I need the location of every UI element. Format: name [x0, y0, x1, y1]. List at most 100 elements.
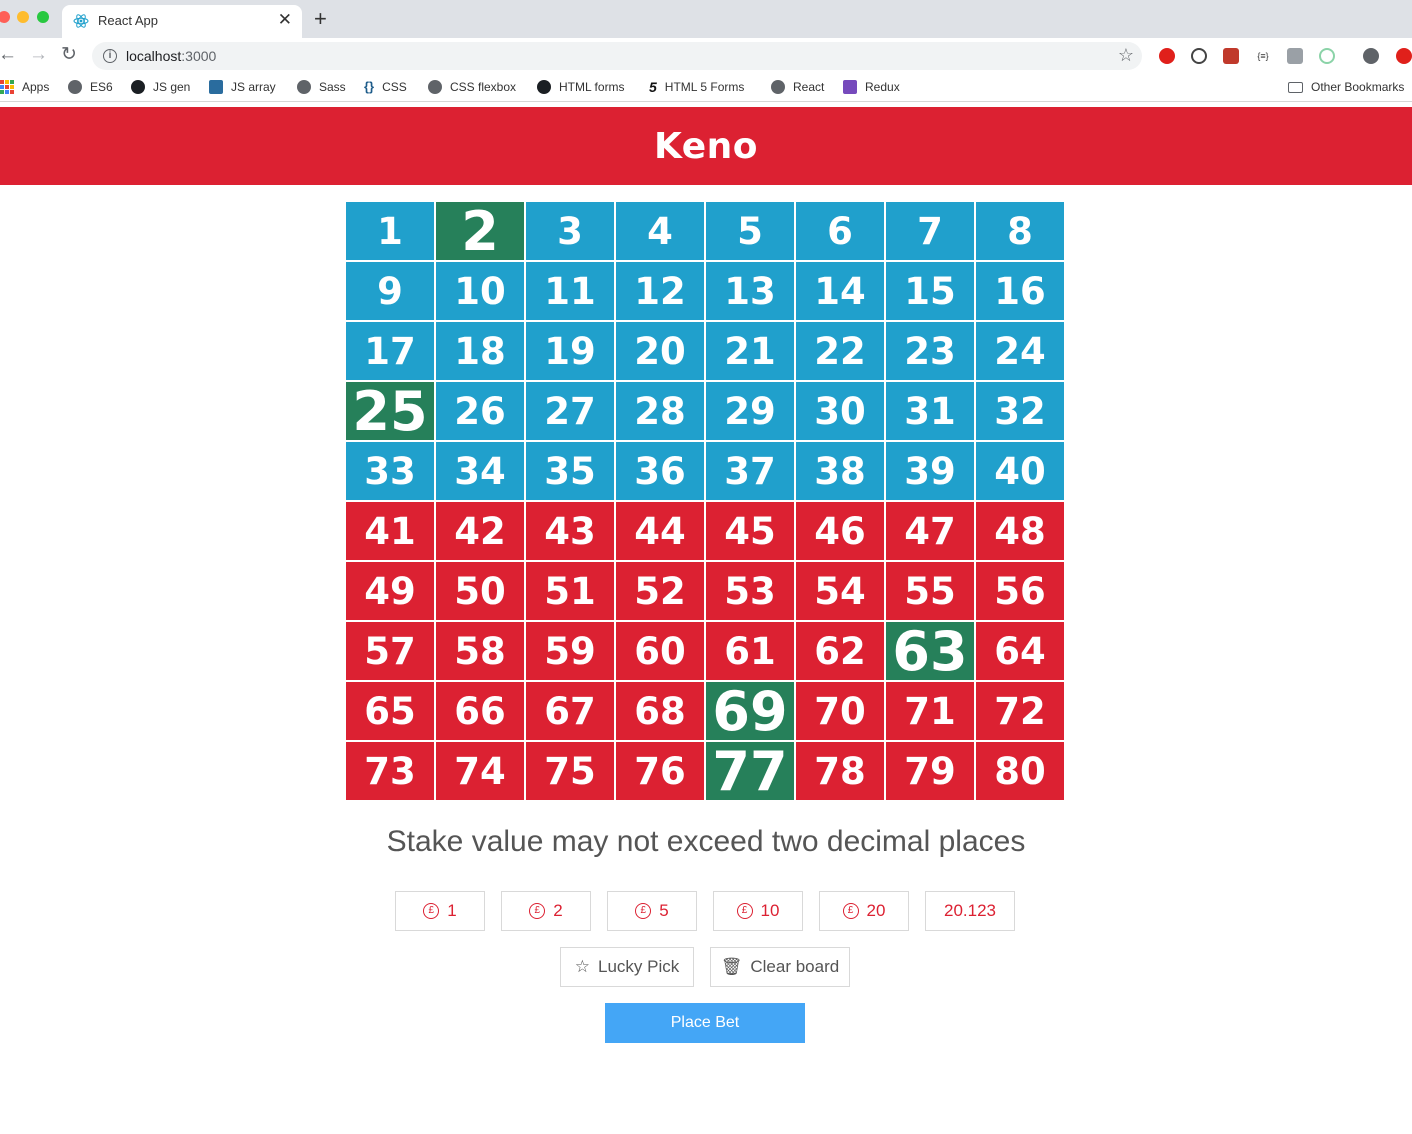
board-number-cell[interactable]: 20 [615, 321, 705, 381]
board-number-cell[interactable]: 27 [525, 381, 615, 441]
board-number-cell[interactable]: 45 [705, 501, 795, 561]
board-number-cell[interactable]: 14 [795, 261, 885, 321]
stake-button-5[interactable]: £5 [607, 891, 697, 931]
board-number-cell[interactable]: 71 [885, 681, 975, 741]
board-number-cell[interactable]: 25 [345, 380, 435, 443]
bookmark-apps[interactable]: Apps [0, 80, 49, 94]
bookmark-redux[interactable]: Redux [843, 80, 900, 94]
clear-board-button[interactable]: 🗑 Clear board [710, 947, 850, 987]
board-number-cell[interactable]: 9 [345, 261, 435, 321]
bookmark-star-icon[interactable]: ☆ [1118, 45, 1134, 66]
board-number-cell[interactable]: 49 [345, 561, 435, 621]
board-number-cell[interactable]: 42 [435, 501, 525, 561]
board-number-cell[interactable]: 35 [525, 441, 615, 501]
board-number-cell[interactable]: 16 [975, 261, 1065, 321]
json-extension-icon[interactable]: {≡} [1255, 48, 1271, 64]
board-number-cell[interactable]: 23 [885, 321, 975, 381]
board-number-cell[interactable]: 59 [525, 621, 615, 681]
board-number-cell[interactable]: 51 [525, 561, 615, 621]
stake-button-1[interactable]: £1 [395, 891, 485, 931]
board-number-cell[interactable]: 33 [345, 441, 435, 501]
board-number-cell[interactable]: 44 [615, 501, 705, 561]
board-number-cell[interactable]: 2 [435, 200, 525, 263]
board-number-cell[interactable]: 12 [615, 261, 705, 321]
board-number-cell[interactable]: 39 [885, 441, 975, 501]
board-number-cell[interactable]: 63 [885, 620, 975, 683]
bookmark-react[interactable]: React [771, 80, 824, 94]
board-number-cell[interactable]: 34 [435, 441, 525, 501]
board-number-cell[interactable]: 79 [885, 741, 975, 801]
board-number-cell[interactable]: 69 [705, 680, 795, 743]
board-number-cell[interactable]: 22 [795, 321, 885, 381]
profile-avatar-icon[interactable] [1363, 48, 1379, 64]
board-number-cell[interactable]: 1 [345, 201, 435, 261]
board-number-cell[interactable]: 31 [885, 381, 975, 441]
bookmark-html5-forms[interactable]: 5 HTML 5 Forms [649, 80, 744, 94]
board-number-cell[interactable]: 67 [525, 681, 615, 741]
window-close-button[interactable] [0, 11, 10, 23]
lucky-pick-button[interactable]: ☆ Lucky Pick [560, 947, 694, 987]
board-number-cell[interactable]: 50 [435, 561, 525, 621]
board-number-cell[interactable]: 57 [345, 621, 435, 681]
board-number-cell[interactable]: 17 [345, 321, 435, 381]
site-info-icon[interactable]: i [103, 49, 117, 63]
extension-icon[interactable] [1223, 48, 1239, 64]
board-number-cell[interactable]: 24 [975, 321, 1065, 381]
board-number-cell[interactable]: 66 [435, 681, 525, 741]
bookmark-html-forms[interactable]: HTML forms [537, 80, 625, 94]
grammarly-extension-icon[interactable] [1191, 48, 1207, 64]
board-number-cell[interactable]: 60 [615, 621, 705, 681]
board-number-cell[interactable]: 19 [525, 321, 615, 381]
board-number-cell[interactable]: 72 [975, 681, 1065, 741]
board-number-cell[interactable]: 54 [795, 561, 885, 621]
board-number-cell[interactable]: 41 [345, 501, 435, 561]
board-number-cell[interactable]: 11 [525, 261, 615, 321]
board-number-cell[interactable]: 56 [975, 561, 1065, 621]
window-maximize-button[interactable] [37, 11, 49, 23]
board-number-cell[interactable]: 48 [975, 501, 1065, 561]
stake-button-20[interactable]: £20 [819, 891, 909, 931]
board-number-cell[interactable]: 5 [705, 201, 795, 261]
board-number-cell[interactable]: 30 [795, 381, 885, 441]
update-icon[interactable] [1396, 48, 1412, 64]
other-bookmarks[interactable]: Other Bookmarks [1288, 80, 1404, 94]
window-minimize-button[interactable] [17, 11, 29, 23]
board-number-cell[interactable]: 43 [525, 501, 615, 561]
board-number-cell[interactable]: 26 [435, 381, 525, 441]
reload-icon[interactable]: ↻ [61, 44, 77, 66]
bookmark-css[interactable]: {} CSS [364, 80, 407, 95]
place-bet-button[interactable]: Place Bet [605, 1003, 805, 1043]
board-number-cell[interactable]: 4 [615, 201, 705, 261]
board-number-cell[interactable]: 28 [615, 381, 705, 441]
board-number-cell[interactable]: 46 [795, 501, 885, 561]
board-number-cell[interactable]: 61 [705, 621, 795, 681]
stake-button-10[interactable]: £10 [713, 891, 803, 931]
board-number-cell[interactable]: 53 [705, 561, 795, 621]
browser-tab[interactable]: React App ✕ [62, 5, 302, 38]
board-number-cell[interactable]: 62 [795, 621, 885, 681]
board-number-cell[interactable]: 70 [795, 681, 885, 741]
board-number-cell[interactable]: 64 [975, 621, 1065, 681]
forward-arrow-icon[interactable]: → [29, 44, 48, 66]
board-number-cell[interactable]: 36 [615, 441, 705, 501]
board-number-cell[interactable]: 21 [705, 321, 795, 381]
board-number-cell[interactable]: 55 [885, 561, 975, 621]
board-number-cell[interactable]: 73 [345, 741, 435, 801]
board-number-cell[interactable]: 74 [435, 741, 525, 801]
board-number-cell[interactable]: 80 [975, 741, 1065, 801]
board-number-cell[interactable]: 77 [705, 740, 795, 803]
board-number-cell[interactable]: 78 [795, 741, 885, 801]
bookmark-js-gen[interactable]: JS gen [131, 80, 190, 94]
board-number-cell[interactable]: 52 [615, 561, 705, 621]
adblock-extension-icon[interactable] [1159, 48, 1175, 64]
board-number-cell[interactable]: 13 [705, 261, 795, 321]
board-number-cell[interactable]: 65 [345, 681, 435, 741]
board-number-cell[interactable]: 6 [795, 201, 885, 261]
bookmark-es6[interactable]: ES6 [68, 80, 113, 94]
new-tab-icon[interactable]: + [314, 7, 327, 31]
extension-icon[interactable] [1287, 48, 1303, 64]
extension-icon[interactable] [1319, 48, 1335, 64]
board-number-cell[interactable]: 38 [795, 441, 885, 501]
bookmark-js-array[interactable]: JS array [209, 80, 276, 94]
board-number-cell[interactable]: 68 [615, 681, 705, 741]
